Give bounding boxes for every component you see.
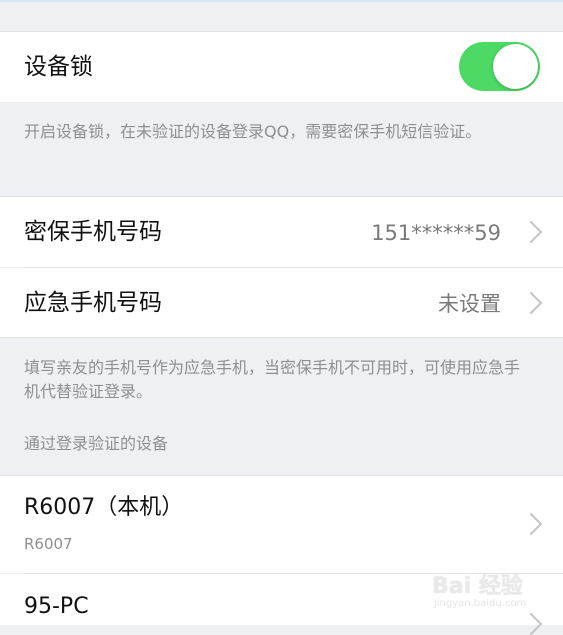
device-item[interactable]: R6007（本机） R6007 (0, 476, 563, 573)
emergency-phone-row[interactable]: 应急手机号码 未设置 (0, 268, 563, 337)
device-model: R6007 (24, 535, 73, 553)
watermark-url: jingyan.baidu.com (434, 598, 527, 609)
device-name: 95-PC (24, 594, 89, 619)
baidu-watermark: Bai 经验 jingyan.baidu.com (432, 568, 558, 618)
divider (0, 337, 563, 338)
emergency-phone-value: 未设置 (438, 292, 501, 316)
security-phone-label: 密保手机号码 (24, 219, 162, 245)
chevron-right-icon (519, 512, 543, 536)
device-lock-label: 设备锁 (24, 54, 93, 80)
device-lock-toggle[interactable] (459, 42, 540, 91)
device-lock-description: 开启设备锁，在未验证的设备登录QQ，需要密保手机短信验证。 (24, 122, 482, 141)
device-lock-row: 设备锁 (0, 32, 563, 102)
watermark-brand: Bai 经验 (432, 574, 523, 599)
security-phone-value: 151******59 (371, 221, 501, 245)
top-divider (0, 0, 563, 2)
verified-devices-header: 通过登录验证的设备 (24, 434, 169, 453)
emergency-phone-description: 填写亲友的手机号作为应急手机，当密保手机不可用时，可使用应急手机代替验证登录。 (24, 358, 521, 401)
top-strip (0, 0, 563, 32)
device-name: R6007（本机） (24, 495, 184, 520)
emergency-phone-label: 应急手机号码 (24, 290, 162, 316)
chevron-right-icon (519, 220, 543, 244)
chevron-right-icon (519, 291, 543, 315)
security-phone-row[interactable]: 密保手机号码 151******59 (0, 197, 563, 267)
toggle-knob (493, 44, 538, 89)
